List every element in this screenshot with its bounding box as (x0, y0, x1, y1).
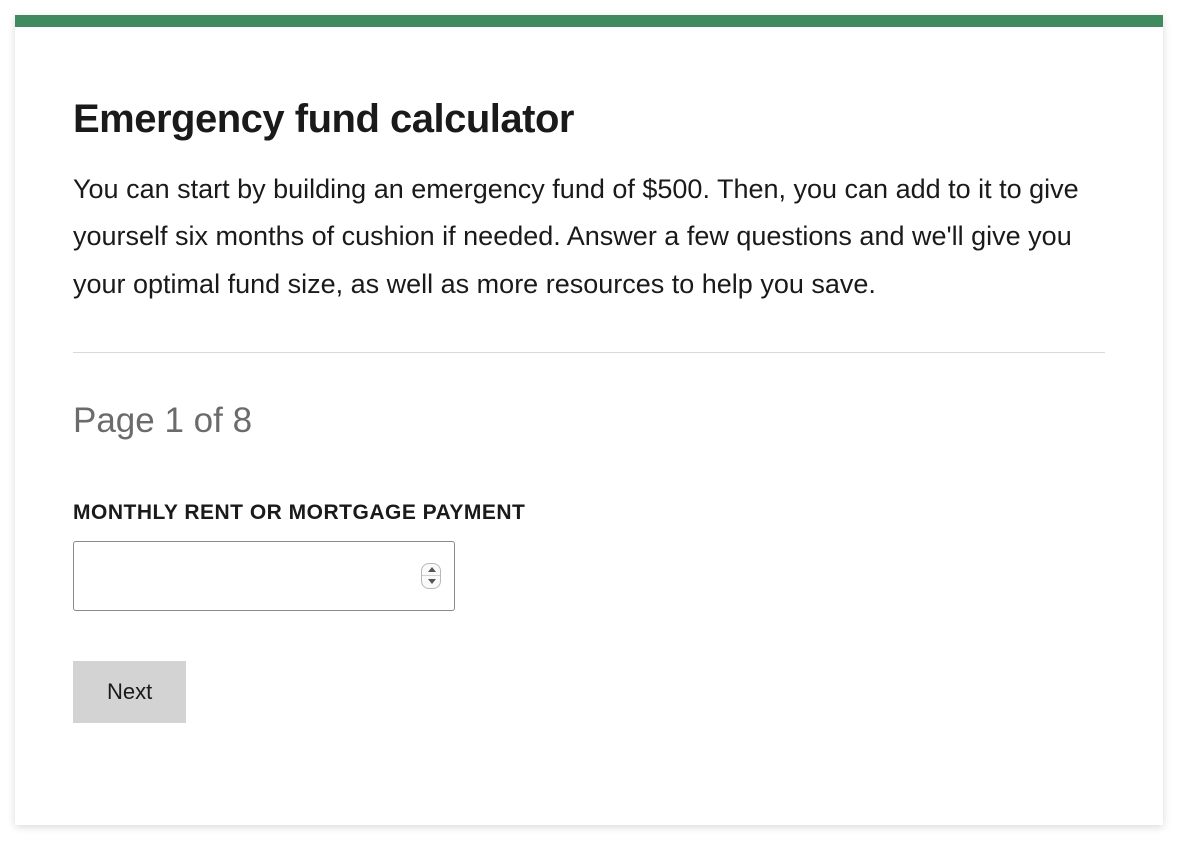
rent-mortgage-input[interactable] (73, 541, 455, 611)
page-description: You can start by building an emergency f… (73, 166, 1105, 308)
page-title: Emergency fund calculator (73, 97, 1105, 142)
section-divider (73, 352, 1105, 353)
chevron-up-icon (428, 565, 436, 574)
stepper-up-button[interactable] (422, 564, 441, 576)
rent-mortgage-input-wrap (73, 541, 455, 611)
rent-mortgage-label: MONTHLY RENT OR MORTGAGE PAYMENT (73, 501, 1105, 525)
next-button[interactable]: Next (73, 661, 186, 723)
chevron-down-icon (428, 577, 436, 586)
calculator-card: Emergency fund calculator You can start … (15, 15, 1163, 825)
number-stepper (421, 563, 441, 589)
page-indicator: Page 1 of 8 (73, 401, 1105, 441)
stepper-down-button[interactable] (422, 576, 441, 588)
